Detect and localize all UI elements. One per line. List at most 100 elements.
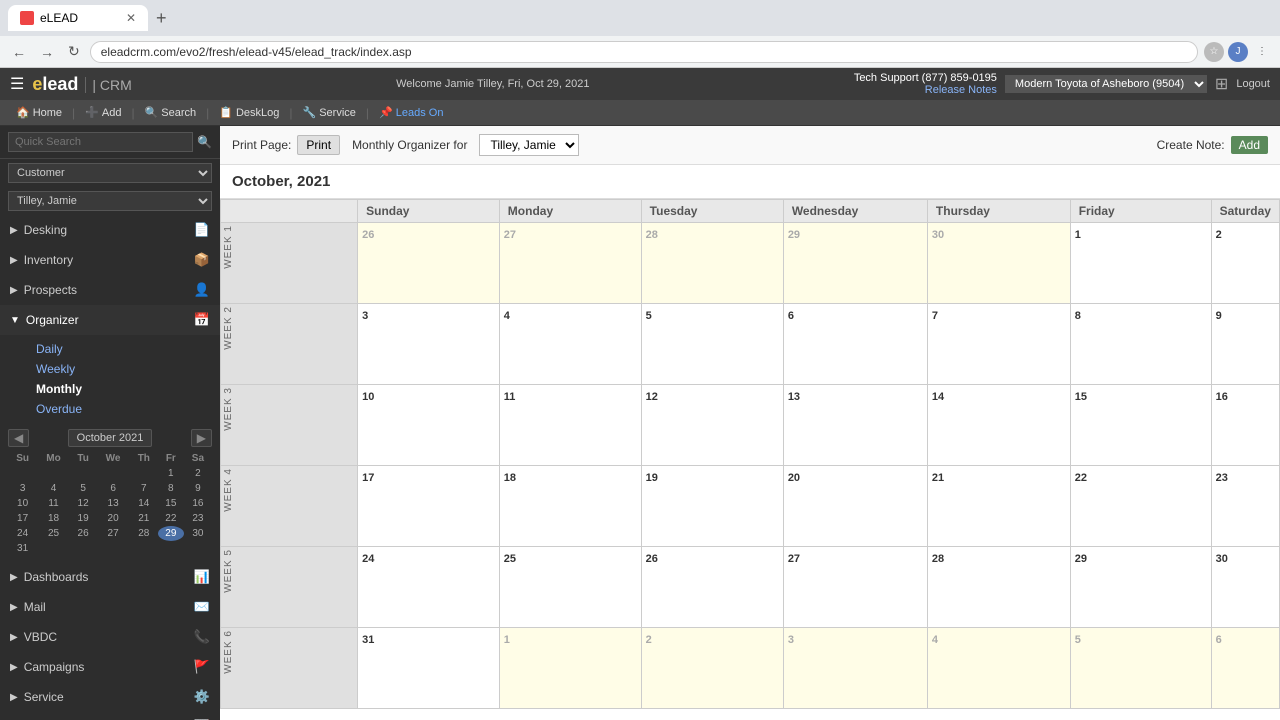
mini-cal-day[interactable]: 21 — [130, 511, 158, 526]
table-row[interactable]: 29 — [783, 223, 927, 304]
table-row[interactable]: 6 — [783, 304, 927, 385]
search-input[interactable] — [8, 132, 193, 152]
table-row[interactable]: 29 — [1070, 547, 1211, 628]
back-button[interactable]: ← — [8, 42, 30, 62]
table-row[interactable]: 28 — [927, 547, 1070, 628]
mini-cal-day[interactable]: 25 — [37, 526, 70, 541]
table-row[interactable]: 24 — [358, 547, 500, 628]
mini-cal-day[interactable]: 27 — [96, 526, 129, 541]
close-tab-icon[interactable]: ✕ — [126, 11, 136, 25]
table-row[interactable]: 15 — [1070, 385, 1211, 466]
table-row[interactable]: 18 — [499, 466, 641, 547]
mini-cal-day[interactable]: 20 — [96, 511, 129, 526]
sidebar-item-vbdc[interactable]: ▶ VBDC 📞 — [0, 622, 220, 652]
table-row[interactable]: 3 — [358, 304, 500, 385]
star-icon[interactable]: ☆ — [1204, 42, 1224, 62]
view-weekly[interactable]: Weekly — [28, 359, 220, 379]
table-row[interactable]: 1 — [1070, 223, 1211, 304]
mini-cal-prev[interactable]: ◀ — [8, 429, 29, 447]
mini-cal-day[interactable]: 18 — [37, 511, 70, 526]
table-row[interactable]: 20 — [783, 466, 927, 547]
sidebar-item-inventory[interactable]: ▶ Inventory 📦 — [0, 245, 220, 275]
sidebar-item-dashboards[interactable]: ▶ Dashboards 📊 — [0, 562, 220, 592]
table-row[interactable]: 11 — [499, 385, 641, 466]
mini-cal-day[interactable]: 6 — [96, 481, 129, 496]
mini-cal-day[interactable]: 15 — [158, 496, 184, 511]
mini-cal-day[interactable]: 5 — [70, 481, 97, 496]
mini-cal-day[interactable]: 1 — [158, 466, 184, 481]
mini-cal-day[interactable]: 2 — [184, 466, 212, 481]
mini-cal-day[interactable]: 12 — [70, 496, 97, 511]
table-row[interactable]: 4 — [499, 304, 641, 385]
table-row[interactable]: 16 — [1211, 385, 1279, 466]
mini-cal-day[interactable]: 7 — [130, 481, 158, 496]
table-row[interactable]: 19 — [641, 466, 783, 547]
sidebar-item-service[interactable]: ▶ Service ⚙️ — [0, 682, 220, 712]
add-note-button[interactable]: Add — [1231, 136, 1268, 154]
mini-cal-day[interactable]: 19 — [70, 511, 97, 526]
table-row[interactable]: 8 — [1070, 304, 1211, 385]
logout-button[interactable]: Logout — [1236, 78, 1270, 90]
mini-cal-day[interactable]: 9 — [184, 481, 212, 496]
table-row[interactable]: 31 — [358, 628, 500, 709]
table-row[interactable]: 3 — [783, 628, 927, 709]
search-icon[interactable]: 🔍 — [197, 135, 212, 149]
mini-cal-day[interactable]: 8 — [158, 481, 184, 496]
table-row[interactable]: 27 — [499, 223, 641, 304]
table-row[interactable]: 21 — [927, 466, 1070, 547]
table-row[interactable]: 23 — [1211, 466, 1279, 547]
mini-cal-day[interactable]: 4 — [37, 481, 70, 496]
table-row[interactable]: 25 — [499, 547, 641, 628]
reload-button[interactable]: ↻ — [64, 41, 84, 62]
sidebar-item-mail[interactable]: ▶ Mail ✉️ — [0, 592, 220, 622]
print-button[interactable]: Print — [297, 135, 340, 155]
mini-cal-day[interactable]: 11 — [37, 496, 70, 511]
table-row[interactable]: 5 — [641, 304, 783, 385]
table-row[interactable]: 10 — [358, 385, 500, 466]
table-row[interactable]: 4 — [927, 628, 1070, 709]
mini-cal-day[interactable]: 23 — [184, 511, 212, 526]
table-row[interactable]: 2 — [641, 628, 783, 709]
table-row[interactable]: 22 — [1070, 466, 1211, 547]
mini-cal-day[interactable]: 26 — [70, 526, 97, 541]
table-row[interactable]: 30 — [1211, 547, 1279, 628]
nav-add[interactable]: ➕ Add — [79, 104, 127, 121]
new-tab-icon[interactable]: + — [156, 8, 167, 29]
table-row[interactable]: 28 — [641, 223, 783, 304]
menu-hamburger-icon[interactable]: ☰ — [10, 74, 24, 94]
menu-icon[interactable]: ⋮ — [1252, 42, 1272, 62]
mini-cal-day[interactable]: 16 — [184, 496, 212, 511]
customer-type-select[interactable]: Customer — [8, 163, 212, 183]
user-select-sidebar[interactable]: Tilley, Jamie — [8, 191, 212, 211]
browser-tab[interactable]: eLEAD ✕ — [8, 5, 148, 31]
table-row[interactable]: 7 — [927, 304, 1070, 385]
mini-cal-next[interactable]: ▶ — [191, 429, 212, 447]
release-notes-link[interactable]: Release Notes — [854, 84, 997, 96]
mini-cal-day[interactable]: 29 — [158, 526, 184, 541]
nav-desklog[interactable]: 📋 DeskLog — [213, 104, 285, 121]
dealership-select[interactable]: Modern Toyota of Asheboro (9504) — [1005, 75, 1207, 93]
mini-cal-day[interactable]: 28 — [130, 526, 158, 541]
mini-cal-day[interactable]: 22 — [158, 511, 184, 526]
table-row[interactable]: 26 — [358, 223, 500, 304]
view-monthly[interactable]: Monthly — [28, 379, 220, 399]
table-row[interactable]: 26 — [641, 547, 783, 628]
nav-search[interactable]: 🔍 Search — [139, 104, 203, 121]
sidebar-item-reports[interactable]: ▶ Reports 📈 — [0, 712, 220, 720]
table-row[interactable]: 12 — [641, 385, 783, 466]
address-input[interactable] — [90, 41, 1198, 63]
table-row[interactable]: 9 — [1211, 304, 1279, 385]
mini-cal-day[interactable]: 3 — [8, 481, 37, 496]
sidebar-item-desking[interactable]: ▶ Desking 📄 — [0, 215, 220, 245]
nav-leads-on[interactable]: 📌 Leads On — [373, 104, 449, 121]
mini-cal-day[interactable]: 10 — [8, 496, 37, 511]
table-row[interactable]: 2 — [1211, 223, 1279, 304]
expand-icon[interactable]: ⊞ — [1215, 74, 1228, 94]
table-row[interactable]: 30 — [927, 223, 1070, 304]
table-row[interactable]: 14 — [927, 385, 1070, 466]
profile-icon[interactable]: J — [1228, 42, 1248, 62]
mini-cal-day[interactable]: 14 — [130, 496, 158, 511]
forward-button[interactable]: → — [36, 42, 58, 62]
nav-home[interactable]: 🏠 Home — [10, 104, 68, 121]
view-daily[interactable]: Daily — [28, 339, 220, 359]
